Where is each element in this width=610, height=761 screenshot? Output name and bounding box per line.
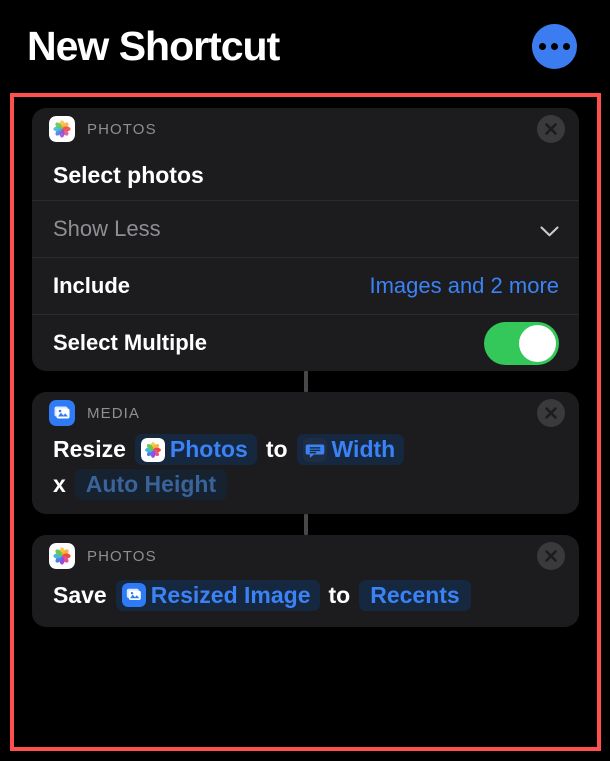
token-width[interactable]: Width (296, 434, 405, 465)
action-body: Save Resized Image to Recents (32, 577, 579, 627)
close-icon[interactable] (537, 115, 565, 143)
action-app-label: PHOTOS (87, 547, 157, 565)
action-list: PHOTOS Select photos Show Less Include I… (32, 108, 579, 627)
token-auto-height-label: Auto Height (85, 471, 217, 497)
action-header: PHOTOS (32, 535, 579, 577)
include-value[interactable]: Images and 2 more (369, 273, 559, 299)
resize-verb: Resize (53, 436, 126, 462)
header: New Shortcut (0, 0, 610, 93)
token-auto-height[interactable]: Auto Height (74, 469, 228, 500)
action-connector-1 (303, 371, 308, 392)
action-title-text: Select photos (53, 161, 204, 188)
action-header: MEDIA (32, 392, 579, 434)
token-recents[interactable]: Recents (359, 579, 471, 611)
row-show-less[interactable]: Show Less (32, 200, 579, 257)
close-icon[interactable] (537, 399, 565, 427)
dot-2 (551, 43, 558, 50)
media-app-icon (121, 583, 146, 607)
token-resized-image-label: Resized Image (150, 581, 311, 608)
resize-line-2: x Auto Height (53, 469, 236, 500)
save-verb: Save (53, 581, 107, 608)
token-recents-label: Recents (370, 581, 460, 608)
toggle-knob (519, 324, 556, 362)
token-width-label: Width (331, 436, 396, 462)
photos-app-icon (140, 437, 165, 462)
token-photos[interactable]: Photos (134, 434, 257, 465)
action-app-label: MEDIA (87, 404, 141, 422)
media-app-icon (49, 400, 75, 426)
action-connector-2 (303, 514, 308, 535)
include-label: Include (53, 273, 131, 298)
close-icon[interactable] (537, 542, 565, 570)
ask-each-time-icon (302, 437, 327, 462)
photos-app-icon (49, 116, 75, 142)
action-app-label: PHOTOS (87, 120, 157, 138)
token-resized-image[interactable]: Resized Image (115, 579, 320, 611)
action-title: Select photos (32, 150, 579, 200)
select-multiple-toggle[interactable] (484, 321, 559, 365)
dot-1 (539, 43, 546, 50)
action-card-save-to-album[interactable]: PHOTOS Save Resized Image to Recents (32, 535, 579, 627)
resize-line-1: Resize Photos to Width (53, 434, 413, 465)
page-title: New Shortcut (27, 23, 280, 69)
photos-app-icon (49, 543, 75, 569)
action-body: Resize Photos to Width x Auto Height (32, 434, 579, 514)
save-preposition: to (328, 581, 351, 608)
action-card-resize-image[interactable]: MEDIA Resize Photos to Width x Auto Heig… (32, 392, 579, 514)
show-less-label: Show Less (53, 216, 161, 241)
action-header: PHOTOS (32, 108, 579, 150)
shortcuts-editor-screen: New Shortcut PHOTOS Select photos Show L… (0, 0, 610, 761)
select-multiple-label: Select Multiple (53, 330, 208, 355)
resize-preposition: to (265, 436, 288, 462)
action-card-select-photos[interactable]: PHOTOS Select photos Show Less Include I… (32, 108, 579, 371)
row-include[interactable]: Include Images and 2 more (32, 257, 579, 314)
more-options-button[interactable] (532, 24, 577, 69)
row-select-multiple[interactable]: Select Multiple (32, 314, 579, 371)
dot-3 (563, 43, 570, 50)
resize-multiply-symbol: x (53, 471, 66, 497)
token-photos-label: Photos (169, 436, 248, 462)
chevron-down-icon (540, 224, 559, 236)
